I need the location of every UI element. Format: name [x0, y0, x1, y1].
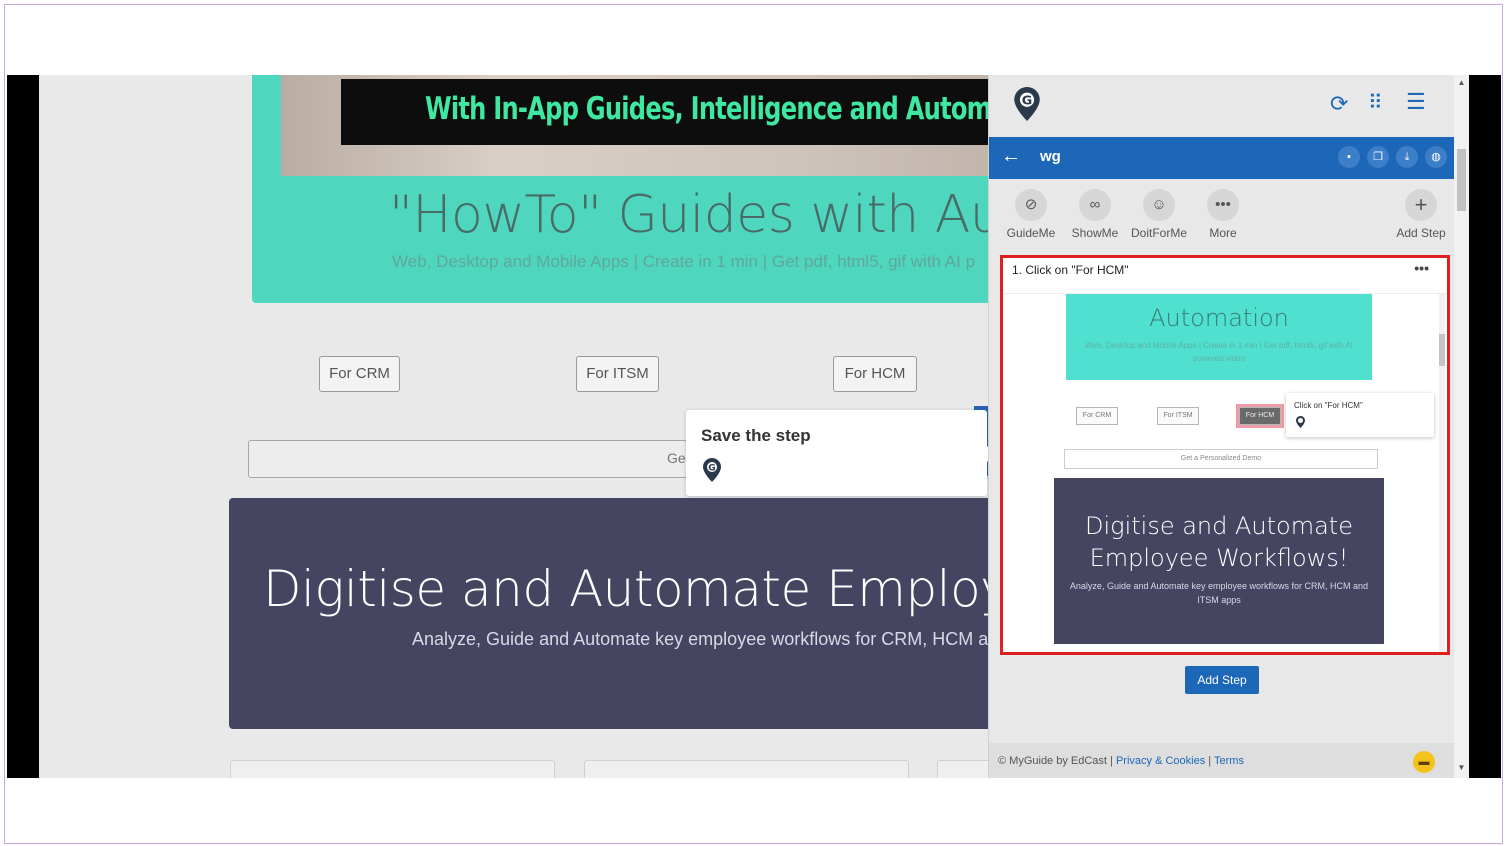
more-tool[interactable]: ••• More — [1191, 189, 1255, 240]
privacy-link[interactable]: Privacy & Cookies — [1116, 755, 1205, 767]
save-step-tooltip: Save the step G — [686, 410, 995, 496]
preview-itsm-button: For ITSM — [1157, 407, 1199, 425]
myguide-logo-icon: G — [1014, 87, 1040, 126]
preview-tooltip-text: Click on "For HCM" — [1294, 401, 1363, 410]
tool-label: More — [1209, 226, 1237, 240]
preview-hero-subtitle: Web, Desktop and Mobile Apps | Create in… — [1085, 341, 1353, 363]
preview-pin-icon — [1296, 415, 1305, 433]
hero-banner: With In-App Guides, Intelligence and Aut… — [252, 75, 1104, 303]
card — [230, 760, 555, 778]
preview-hero: Automation Web, Desktop and Mobile Apps … — [1066, 294, 1372, 380]
guide-actions: ▪ ❐ ⤓ ◍ — [1338, 146, 1447, 168]
apps-grid-icon[interactable]: ⠿ — [1368, 90, 1383, 115]
robot-icon: ☺ — [1143, 189, 1175, 221]
more-dots-icon: ••• — [1207, 189, 1239, 221]
chat-icon[interactable]: ▬ — [1413, 751, 1435, 773]
preview-workflow-banner: Digitise and Automate Employee Workflows… — [1054, 478, 1384, 644]
for-crm-button[interactable]: For CRM — [319, 356, 400, 392]
workflow-title: Digitise and Automate Employee — [263, 560, 1070, 618]
guide-title-bar: ← wg ▪ ❐ ⤓ ◍ — [989, 137, 1454, 179]
globe-icon[interactable]: ◍ — [1425, 146, 1447, 168]
workflow-banner: Digitise and Automate Employee Analyze, … — [229, 498, 1070, 729]
svg-text:G: G — [1022, 94, 1032, 109]
preview-tooltip: Click on "For HCM" — [1286, 393, 1434, 437]
panel-header: G ⟳ ⠿ ☰ — [989, 75, 1454, 137]
step-title: 1. Click on "For HCM" — [1012, 263, 1129, 277]
step-card[interactable]: 1. Click on "For HCM" ••• Automation Web… — [1000, 255, 1450, 655]
preview-hcm-button: For HCM — [1236, 404, 1284, 428]
hero-heading: With In-App Guides, Intelligence and Aut… — [425, 91, 1012, 127]
myguide-pin-icon: G — [703, 458, 721, 487]
binoculars-icon: ∞ — [1079, 189, 1111, 221]
preview-scroll-thumb[interactable] — [1439, 334, 1445, 366]
page-scrollbar[interactable]: ▲ ▼ — [1454, 75, 1469, 778]
for-itsm-button[interactable]: For ITSM — [576, 356, 659, 392]
tool-label: ShowMe — [1071, 226, 1119, 240]
for-hcm-button[interactable]: For HCM — [833, 356, 917, 392]
doitforme-tool[interactable]: ☺ DoitForMe — [1127, 189, 1191, 240]
add-step-tool[interactable]: + Add Step — [1389, 189, 1453, 240]
hero-heading-strip: With In-App Guides, Intelligence and Aut… — [341, 79, 1012, 145]
add-step-button[interactable]: Add Step — [1185, 666, 1259, 694]
preview-crm-button: For CRM — [1076, 407, 1118, 425]
menu-icon[interactable]: ☰ — [1406, 89, 1426, 115]
scroll-down-icon[interactable]: ▼ — [1454, 763, 1469, 772]
card — [584, 760, 909, 778]
preview-workflow-title: Digitise and Automate Employee Workflows… — [1085, 512, 1353, 572]
grid-view-icon[interactable]: ▪ — [1338, 146, 1360, 168]
footer-links: © MyGuide by EdCast | Privacy & Cookies … — [998, 755, 1244, 767]
showme-tool[interactable]: ∞ ShowMe — [1063, 189, 1127, 240]
step-screenshot-preview: Automation Web, Desktop and Mobile Apps … — [1003, 293, 1447, 652]
step-options-icon[interactable]: ••• — [1414, 260, 1429, 276]
plus-icon: + — [1405, 189, 1437, 221]
tool-label: Add Step — [1396, 226, 1446, 240]
download-icon[interactable]: ⤓ — [1396, 146, 1418, 168]
tooltip-title: Save the step — [701, 426, 811, 445]
tools-row: ⊘ GuideMe ∞ ShowMe ☺ DoitForMe ••• More … — [989, 179, 1454, 251]
refresh-icon[interactable]: ⟳ — [1330, 91, 1348, 117]
scroll-thumb[interactable] — [1457, 149, 1466, 211]
tool-label: DoitForMe — [1130, 226, 1187, 240]
hero-subtitle: Web, Desktop and Mobile Apps | Create in… — [392, 252, 976, 271]
scroll-up-icon[interactable]: ▲ — [1454, 78, 1469, 87]
preview-demo-input: Get a Personalized Demo — [1064, 449, 1378, 469]
copy-icon[interactable]: ❐ — [1367, 146, 1389, 168]
workflow-subtitle: Analyze, Guide and Automate key employee… — [412, 629, 1009, 649]
compass-icon: ⊘ — [1015, 189, 1047, 221]
myguide-panel: G ⟳ ⠿ ☰ ← wg ▪ ❐ ⤓ ◍ ⊘ GuideMe ∞ ShowMe … — [988, 75, 1454, 778]
preview-workflow-subtitle: Analyze, Guide and Automate key employee… — [1069, 581, 1369, 605]
guideme-tool[interactable]: ⊘ GuideMe — [999, 189, 1063, 240]
footer-copyright: © MyGuide by EdCast — [998, 755, 1107, 767]
guide-name: wg — [1040, 148, 1061, 165]
panel-footer: © MyGuide by EdCast | Privacy & Cookies … — [989, 743, 1454, 778]
tool-label: GuideMe — [1006, 226, 1056, 240]
svg-text:G: G — [708, 464, 715, 474]
back-arrow-icon[interactable]: ← — [1001, 145, 1021, 168]
demo-input-text: Ge — [667, 450, 686, 466]
preview-hero-title: Automation — [1149, 304, 1289, 332]
terms-link[interactable]: Terms — [1214, 755, 1244, 767]
